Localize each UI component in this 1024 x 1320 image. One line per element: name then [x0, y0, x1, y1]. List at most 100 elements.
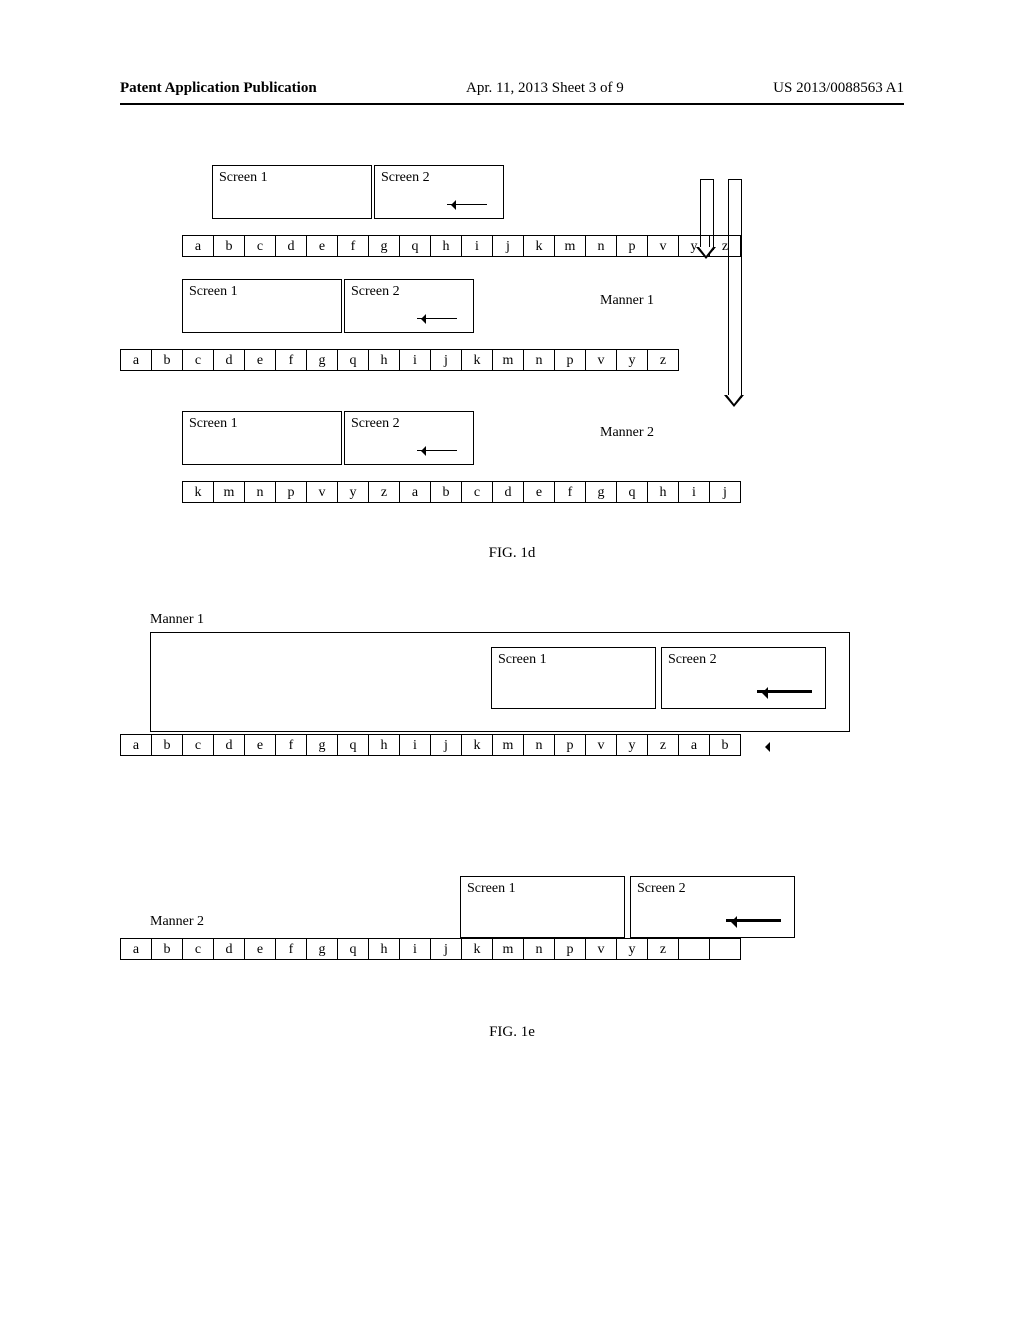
table-cell: q — [616, 481, 648, 503]
arrow-left-icon — [447, 204, 487, 205]
fig1e-row-m1: abcdefgqhijkmnpvyzab — [120, 734, 904, 756]
table-cell: a — [678, 734, 710, 756]
fig1e-row-m2: abcdefgqhijkmnpvyz — [120, 938, 904, 960]
table-cell: b — [151, 349, 183, 371]
fig1e-m2-screen2: Screen 2 — [630, 876, 795, 938]
table-cell: k — [461, 349, 493, 371]
table-cell: m — [213, 481, 245, 503]
table-cell: h — [368, 938, 400, 960]
down-arrow-manner2 — [728, 179, 740, 409]
table-cell: a — [120, 349, 152, 371]
table-cell: q — [399, 235, 431, 257]
table-cell: f — [275, 938, 307, 960]
table-cell: e — [306, 235, 338, 257]
table-cell: j — [492, 235, 524, 257]
header-publication: Patent Application Publication — [120, 80, 317, 97]
arrow-left-icon — [757, 690, 812, 693]
table-cell: e — [523, 481, 555, 503]
table-cell: j — [709, 481, 741, 503]
fig1d-row1-screen2: Screen 2 — [344, 279, 474, 333]
table-cell: z — [368, 481, 400, 503]
table-cell: m — [492, 938, 524, 960]
manner2-title: Manner 2 — [150, 914, 204, 930]
table-cell: c — [182, 349, 214, 371]
screen1-label: Screen 1 — [219, 170, 268, 185]
table-cell: a — [182, 235, 214, 257]
table-cell: b — [430, 481, 462, 503]
fig1d-row1: abcdefgqhijkmnpvyz — [120, 349, 678, 371]
table-cell: f — [275, 734, 307, 756]
screen2-label: Screen 2 — [351, 416, 400, 431]
down-arrow-manner1 — [700, 179, 712, 259]
table-cell: y — [337, 481, 369, 503]
table-cell: b — [151, 938, 183, 960]
table-cell: d — [213, 349, 245, 371]
fig1d-row0-screen2: Screen 2 — [374, 165, 504, 219]
fig1e-m1-screen1: Screen 1 — [491, 647, 656, 709]
figure-1d: abcdefgqhijkmnpvyz Screen 1 Screen 2 abc… — [120, 165, 904, 505]
table-cell: c — [244, 235, 276, 257]
table-cell: a — [399, 481, 431, 503]
screen1-label: Screen 1 — [189, 416, 238, 431]
table-cell: d — [213, 734, 245, 756]
table-cell: h — [368, 734, 400, 756]
table-cell — [678, 938, 710, 960]
table-cell: d — [275, 235, 307, 257]
table-cell: k — [523, 235, 555, 257]
table-cell: a — [120, 938, 152, 960]
manner1-label: Manner 1 — [600, 293, 654, 309]
table-cell: p — [554, 734, 586, 756]
table-cell: j — [430, 938, 462, 960]
table-cell: c — [182, 938, 214, 960]
table-cell: m — [492, 734, 524, 756]
table-cell: m — [492, 349, 524, 371]
table-cell: g — [585, 481, 617, 503]
table-cell: i — [399, 734, 431, 756]
fig1e-manner1-block: Manner 1 Screen 1 Screen 2 abcdefgqhijkm… — [120, 612, 904, 766]
table-cell: j — [430, 734, 462, 756]
table-cell: k — [461, 938, 493, 960]
arrow-left-icon — [417, 450, 457, 451]
table-cell: g — [306, 734, 338, 756]
screen2-label: Screen 2 — [637, 881, 686, 896]
table-cell: k — [182, 481, 214, 503]
fig1d-row0: abcdefgqhijkmnpvyz — [182, 235, 740, 257]
fig1e-caption: FIG. 1e — [0, 1024, 1024, 1041]
table-cell: p — [554, 349, 586, 371]
table-cell: b — [151, 734, 183, 756]
table-cell: g — [306, 938, 338, 960]
screen1-label: Screen 1 — [498, 652, 547, 667]
table-cell: p — [275, 481, 307, 503]
fig1e-m1-screen2: Screen 2 — [661, 647, 826, 709]
screen2-label: Screen 2 — [351, 284, 400, 299]
table-cell: n — [244, 481, 276, 503]
table-cell: v — [306, 481, 338, 503]
table-cell: f — [554, 481, 586, 503]
table-cell: i — [399, 938, 431, 960]
manner1-title: Manner 1 — [150, 612, 934, 628]
table-cell: z — [647, 349, 679, 371]
table-cell: b — [709, 734, 741, 756]
screen1-label: Screen 1 — [467, 881, 516, 896]
page-header: Patent Application Publication Apr. 11, … — [0, 0, 1024, 103]
arrow-left-icon — [726, 919, 781, 922]
table-cell: j — [430, 349, 462, 371]
fig1e-m1-outer: Screen 1 Screen 2 — [150, 632, 850, 732]
fig1d-row2: kmnpvyzabcdefgqhij — [182, 481, 740, 503]
table-cell: c — [182, 734, 214, 756]
table-cell: e — [244, 349, 276, 371]
header-docnumber: US 2013/0088563 A1 — [773, 80, 904, 97]
table-cell: d — [213, 938, 245, 960]
table-cell: h — [647, 481, 679, 503]
table-cell: n — [585, 235, 617, 257]
fig1d-row1-screen1: Screen 1 — [182, 279, 342, 333]
table-cell: q — [337, 938, 369, 960]
table-cell: m — [554, 235, 586, 257]
fig1e-manner2-block: Screen 1 Screen 2 Manner 2 abcdefgqhijkm… — [120, 862, 904, 884]
fig1d-row2-screen1: Screen 1 — [182, 411, 342, 465]
table-cell — [709, 938, 741, 960]
table-cell: z — [647, 734, 679, 756]
header-rule — [120, 103, 904, 105]
screen2-label: Screen 2 — [381, 170, 430, 185]
table-cell: f — [275, 349, 307, 371]
